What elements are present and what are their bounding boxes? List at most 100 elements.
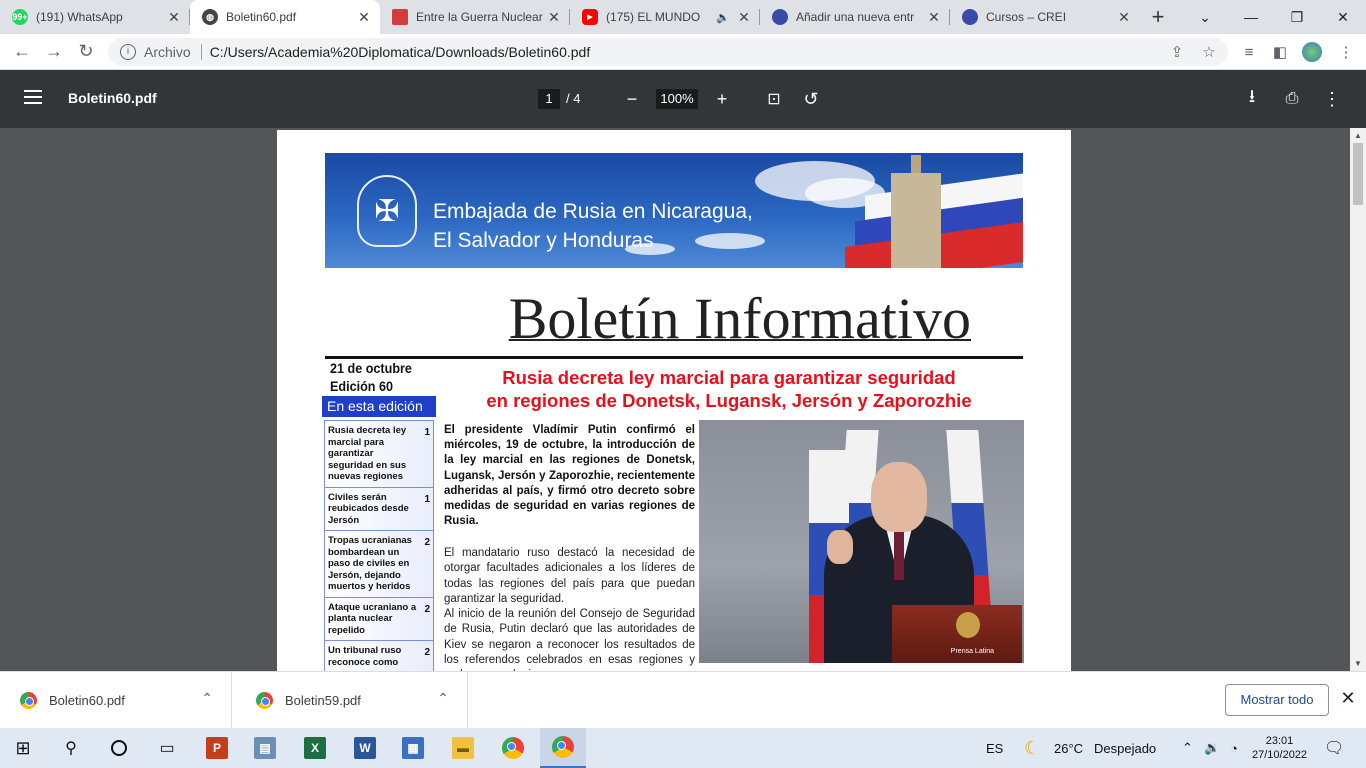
- tab-title: (175) EL MUNDO: [606, 10, 701, 24]
- search-icon[interactable]: ⚲: [48, 728, 94, 768]
- toc-item: Ataque ucraniano a planta nuclear repeli…: [325, 598, 433, 641]
- url-text[interactable]: C:/Users/Academia%20Diplomatica/Download…: [210, 44, 591, 60]
- audio-icon[interactable]: 🔈: [716, 11, 730, 24]
- more-options-icon[interactable]: ⋮: [1320, 87, 1344, 111]
- clock-time: 23:01: [1265, 735, 1294, 747]
- download-item[interactable]: Boletin60.pdf ⌃: [0, 672, 232, 728]
- tab-cursos[interactable]: Cursos – CREI ✕: [950, 0, 1140, 34]
- close-tab-icon[interactable]: ✕: [166, 9, 182, 25]
- cortana-icon[interactable]: [96, 728, 142, 768]
- putin-photo: Prensa Latina: [699, 420, 1024, 663]
- start-button[interactable]: ⊞: [0, 728, 46, 768]
- restore-button[interactable]: ❐: [1274, 0, 1320, 34]
- ministry-building-image: [891, 155, 941, 268]
- info-icon[interactable]: i: [120, 44, 136, 60]
- page-number-input[interactable]: 1: [538, 89, 560, 109]
- back-button[interactable]: ←: [6, 36, 38, 68]
- notifications-icon[interactable]: 🗨: [1324, 728, 1344, 768]
- tab-whatsapp[interactable]: 99+ (191) WhatsApp ✕: [0, 0, 190, 34]
- side-panel-icon[interactable]: ◧: [1268, 40, 1292, 64]
- share-icon[interactable]: ⇪: [1165, 40, 1189, 64]
- table-of-contents: Rusia decreta ley marcial para garantiza…: [324, 420, 434, 671]
- minimize-button[interactable]: —: [1228, 0, 1274, 34]
- volume-icon[interactable]: 🔉: [1204, 728, 1220, 768]
- close-tab-icon[interactable]: ✕: [736, 9, 752, 25]
- youtube-icon: ▶: [582, 9, 598, 25]
- weather-desc[interactable]: Despejado: [1094, 728, 1156, 768]
- close-tab-icon[interactable]: ✕: [926, 9, 942, 25]
- issue-date: 21 de octubre: [330, 360, 412, 376]
- tab-title: Entre la Guerra Nuclear: [416, 10, 543, 24]
- site-icon: [772, 9, 788, 25]
- excel-icon[interactable]: X: [292, 728, 338, 768]
- article-headline: Rusia decreta ley marcial para garantiza…: [486, 367, 972, 411]
- bulletin-title: Boletín Informativo: [508, 286, 971, 351]
- photo-caption: Prensa Latina: [950, 648, 994, 655]
- chevron-up-icon[interactable]: ⌃: [201, 690, 213, 707]
- zoom-input[interactable]: 100%: [656, 89, 698, 109]
- close-tab-icon[interactable]: ✕: [1116, 9, 1132, 25]
- zoom-out-icon[interactable]: −: [620, 87, 644, 111]
- chevron-up-icon[interactable]: ⌃: [437, 690, 449, 707]
- calculator-icon[interactable]: ▦: [390, 728, 436, 768]
- omnibox[interactable]: i Archivo C:/Users/Academia%20Diplomatic…: [108, 38, 1228, 66]
- file-explorer-icon[interactable]: ▬: [440, 728, 486, 768]
- chrome-taskbar-icon[interactable]: [490, 728, 536, 768]
- download-icon[interactable]: ⭳: [1240, 86, 1264, 111]
- show-all-button[interactable]: Mostrar todo: [1225, 684, 1329, 716]
- tab-strip: 99+ (191) WhatsApp ✕ ◍ Boletin60.pdf ✕ E…: [0, 0, 1366, 34]
- banner-line-2: El Salvador y Honduras: [433, 229, 654, 252]
- chrome-icon: [256, 691, 273, 709]
- whatsapp-icon: 99+: [12, 9, 28, 25]
- close-tab-icon[interactable]: ✕: [356, 9, 372, 25]
- tab-search-icon[interactable]: ⌄: [1182, 0, 1228, 34]
- print-icon[interactable]: ⎙: [1280, 87, 1304, 111]
- tab-title: Cursos – CREI: [986, 10, 1067, 24]
- powerpoint-icon[interactable]: P: [194, 728, 240, 768]
- pdf-viewer[interactable]: ✠ Embajada de Rusia en Nicaragua, El Sal…: [0, 128, 1366, 671]
- close-download-bar-icon[interactable]: ✕: [1338, 688, 1358, 712]
- close-window-button[interactable]: ✕: [1320, 0, 1366, 34]
- tab-title: Boletin60.pdf: [226, 10, 297, 24]
- in-this-edition-header: En esta edición: [322, 396, 436, 417]
- task-view-icon[interactable]: ▭: [144, 728, 190, 768]
- article-lead: El presidente Vladímir Putin confirmó el…: [444, 424, 695, 528]
- hamburger-menu-icon[interactable]: [24, 90, 42, 104]
- title-divider: [325, 356, 1023, 359]
- weather-moon-icon[interactable]: ☾: [1024, 728, 1040, 768]
- embassy-banner: ✠ Embajada de Rusia en Nicaragua, El Sal…: [325, 153, 1023, 268]
- scrollbar-thumb[interactable]: [1353, 143, 1363, 205]
- close-tab-icon[interactable]: ✕: [546, 9, 562, 25]
- tab-youtube[interactable]: ▶ (175) EL MUNDO 🔈 ✕: [570, 0, 760, 34]
- tab-title: (191) WhatsApp: [36, 10, 123, 24]
- pdf-page: ✠ Embajada de Rusia en Nicaragua, El Sal…: [277, 130, 1071, 671]
- word-icon[interactable]: W: [342, 728, 388, 768]
- reading-list-icon[interactable]: ≡: [1237, 40, 1261, 64]
- scrollbar[interactable]: ▲ ▼: [1350, 128, 1366, 671]
- reload-button[interactable]: ↻: [70, 36, 102, 68]
- site-icon: [962, 9, 978, 25]
- clock[interactable]: 23:01 27/10/2022: [1252, 728, 1307, 768]
- bookmark-star-icon[interactable]: ☆: [1197, 40, 1221, 64]
- menu-dots-icon[interactable]: ⋮: [1334, 40, 1358, 64]
- show-hidden-icons[interactable]: ⌃: [1182, 728, 1193, 768]
- chrome-active-icon[interactable]: [540, 728, 586, 768]
- article-body: El mandatario ruso destacó la necesidad …: [444, 546, 695, 671]
- control-panel-icon[interactable]: ▤: [242, 728, 288, 768]
- language-indicator[interactable]: ES: [986, 728, 1003, 768]
- scroll-down-icon[interactable]: ▼: [1354, 659, 1362, 668]
- download-item[interactable]: Boletin59.pdf ⌃: [236, 672, 468, 728]
- zoom-in-icon[interactable]: +: [710, 87, 734, 111]
- network-icon[interactable]: ◔: [1230, 728, 1238, 768]
- profile-avatar[interactable]: [1300, 40, 1324, 64]
- scroll-up-icon[interactable]: ▲: [1354, 131, 1362, 140]
- weather-temp[interactable]: 26°C: [1054, 728, 1083, 768]
- taskbar: ⊞ ⚲ ▭ P ▤ X W ▦ ▬ ES ☾ 26°C Despejado ⌃ …: [0, 728, 1366, 768]
- rotate-icon[interactable]: ↺: [799, 87, 823, 111]
- fit-page-icon[interactable]: ⊡: [762, 87, 786, 111]
- new-tab-button[interactable]: +: [1140, 0, 1176, 34]
- tab-boletin60[interactable]: ◍ Boletin60.pdf ✕: [190, 0, 380, 34]
- forward-button[interactable]: →: [38, 36, 70, 68]
- tab-guerra-nuclear[interactable]: Entre la Guerra Nuclear ✕: [380, 0, 570, 34]
- tab-anadir[interactable]: Añadir una nueva entr ✕: [760, 0, 950, 34]
